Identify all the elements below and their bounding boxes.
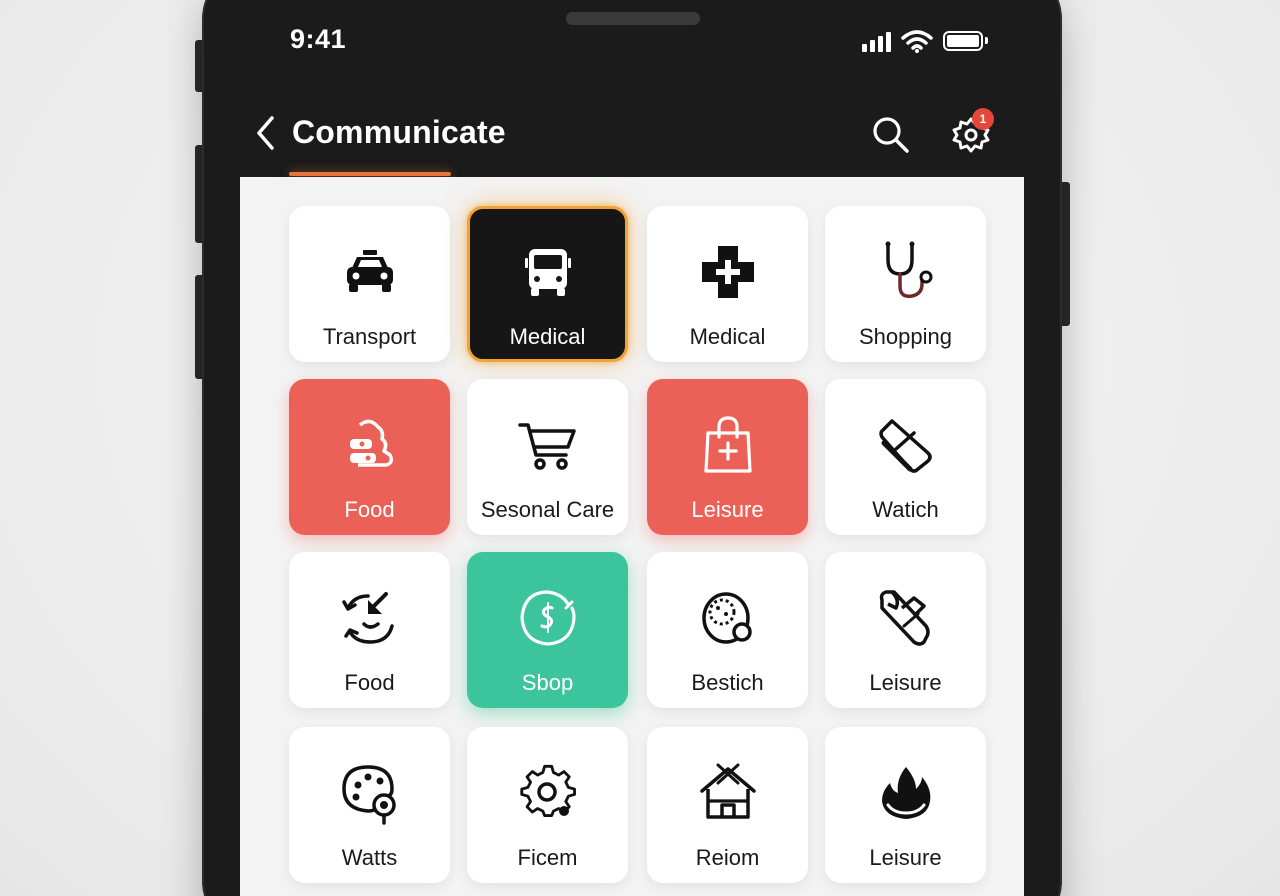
- tile-label: Medical: [509, 324, 586, 349]
- title-underline: [289, 172, 451, 176]
- tile-label: Food: [344, 670, 395, 695]
- back-chevron-icon[interactable]: [252, 114, 282, 154]
- tile-label: Shopping: [859, 324, 952, 349]
- palette-icon: [341, 765, 396, 825]
- tile-leisure[interactable]: Leisure: [647, 379, 808, 535]
- status-time: 9:41: [290, 24, 347, 54]
- tile-label: Watich: [872, 497, 939, 522]
- tile-food[interactable]: Food: [289, 379, 450, 535]
- bandage-icon: [879, 590, 930, 646]
- battery-icon: [943, 31, 988, 51]
- tile-watich[interactable]: Watich: [825, 379, 986, 535]
- tile-label: Ficem: [517, 845, 578, 870]
- speaker-notch: [566, 12, 700, 25]
- tile-label: Reiom: [695, 845, 760, 870]
- tile-watts[interactable]: Watts: [289, 727, 450, 883]
- tile-reiom[interactable]: Reiom: [647, 727, 808, 883]
- tile-medical-selected[interactable]: Medical: [467, 206, 628, 362]
- tile-label: Medical: [689, 324, 766, 349]
- tag-icon: [878, 419, 932, 473]
- status-icons: [862, 26, 988, 56]
- dollar-circle-icon: [519, 590, 576, 646]
- gear-icon: [519, 764, 576, 817]
- refresh-arrow-icon: [341, 592, 394, 644]
- screen: 9:41 Communicate 1 Transport Medical Med…: [0, 0, 1280, 896]
- medical-cross-icon: [701, 246, 754, 298]
- stethoscope-icon: [885, 241, 932, 299]
- tile-leisure-2[interactable]: Leisure: [825, 552, 986, 708]
- flame-icon: [881, 767, 930, 819]
- tile-sbop[interactable]: Sbop: [467, 552, 628, 708]
- tile-leisure-3[interactable]: Leisure: [825, 727, 986, 883]
- tile-medical[interactable]: Medical: [647, 206, 808, 362]
- tile-food-2[interactable]: Food: [289, 552, 450, 708]
- tile-ficem[interactable]: Ficem: [467, 727, 628, 883]
- tile-label: Food: [344, 497, 395, 522]
- tile-shopping[interactable]: Shopping: [825, 206, 986, 362]
- shopping-bag-icon: [703, 416, 752, 473]
- tile-label: Leisure: [869, 670, 942, 695]
- tile-sesonal-care[interactable]: Sesonal Care: [467, 379, 628, 535]
- house-icon: [699, 763, 756, 819]
- shopping-cart-icon: [517, 423, 576, 470]
- tile-label: Watts: [341, 845, 398, 870]
- tile-label: Sbop: [521, 670, 574, 695]
- tile-label: Bestich: [691, 670, 764, 695]
- food-icon: [349, 419, 393, 467]
- search-icon[interactable]: [870, 114, 912, 156]
- notification-badge: 1: [972, 108, 994, 130]
- tile-label: Sesonal Care: [480, 497, 615, 522]
- taxi-icon: [346, 250, 393, 292]
- wifi-icon: [901, 30, 933, 53]
- tile-label: Leisure: [691, 497, 764, 522]
- signal-icon: [862, 30, 891, 52]
- tile-bestich[interactable]: Bestich: [647, 552, 808, 708]
- bus-icon: [524, 249, 571, 296]
- tile-label: Leisure: [869, 845, 942, 870]
- tile-label: Transport: [322, 324, 417, 349]
- cookie-icon: [701, 592, 752, 644]
- page-title: Communicate: [292, 114, 506, 150]
- tile-transport[interactable]: Transport: [289, 206, 450, 362]
